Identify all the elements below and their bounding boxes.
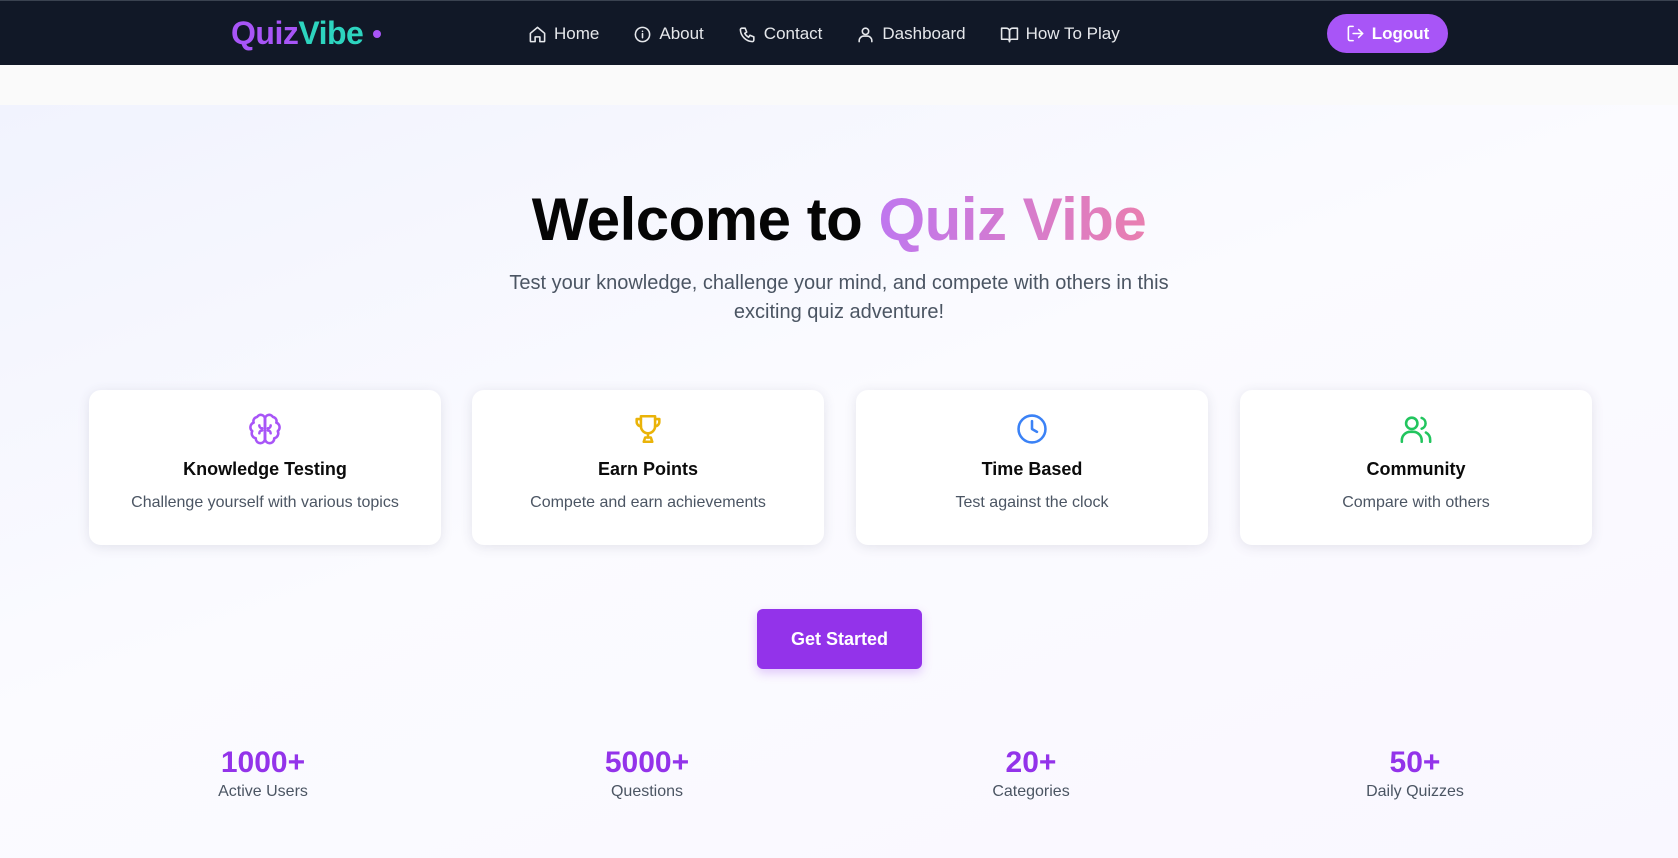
feature-title: Community: [1366, 459, 1466, 479]
nav-item-label: How To Play: [1025, 24, 1120, 43]
feature-card-time-based: Time Based Test against the clock: [856, 390, 1208, 545]
hero-title: Welcome to Quiz Vibe: [0, 185, 1678, 254]
logo-text-vibe: Vibe: [298, 14, 364, 51]
feature-title: Earn Points: [597, 459, 699, 479]
nav-item-contact[interactable]: Contact: [738, 21, 823, 47]
get-started-button[interactable]: Get Started: [757, 609, 922, 669]
info-icon: [634, 26, 651, 42]
trophy-icon: [635, 414, 661, 444]
logo-dot: [373, 30, 382, 38]
stat-value: 1000+: [220, 746, 306, 779]
nav-item-about[interactable]: About: [633, 21, 704, 47]
logo[interactable]: Quiz Vibe: [231, 14, 382, 51]
user-icon: [858, 26, 874, 42]
stat-active-users: 1000+ Active Users: [113, 746, 413, 801]
feature-desc: Compete and earn achievements: [530, 494, 766, 511]
home-icon: [529, 26, 546, 42]
stat-value: 50+: [1389, 746, 1441, 779]
stat-value: 20+: [1005, 746, 1057, 779]
logout-button[interactable]: Logout: [1327, 14, 1448, 53]
feature-card-earn-points: Earn Points Compete and earn achievement…: [472, 390, 824, 545]
nav-item-label: Home: [554, 24, 600, 43]
nav-item-how-to-play[interactable]: How To Play: [1000, 21, 1120, 47]
feature-desc: Test against the clock: [955, 494, 1109, 511]
feature-desc: Challenge yourself with various topics: [131, 494, 399, 511]
feature-card-knowledge-testing: Knowledge Testing Challenge yourself wit…: [89, 390, 441, 545]
brain-icon: [249, 413, 281, 445]
navbar: Quiz Vibe Home About Contact Dashboard H…: [0, 0, 1678, 65]
stat-categories: 20+ Categories: [881, 746, 1181, 801]
hero-section: Welcome to Quiz Vibe Test your knowledge…: [0, 105, 1678, 858]
stat-label: Questions: [610, 783, 684, 800]
stat-questions: 5000+ Questions: [497, 746, 797, 801]
logout-label: Logout: [1371, 23, 1430, 43]
feature-title: Time Based: [981, 459, 1083, 479]
book-icon: [1000, 26, 1018, 42]
phone-icon: [739, 26, 755, 42]
stat-value: 5000+: [604, 746, 690, 779]
nav-item-label: Dashboard: [882, 24, 966, 43]
clock-icon: [1017, 414, 1047, 444]
feature-card-community: Community Compare with others: [1240, 390, 1592, 545]
logo-text-quiz: Quiz: [231, 14, 299, 51]
header-spacer: [0, 65, 1678, 105]
stat-label: Active Users: [218, 783, 308, 800]
nav-links: Home About Contact Dashboard How To Play: [528, 21, 1120, 47]
hero-title-prefix: Welcome to: [531, 186, 879, 253]
hero-subtitle: Test your knowledge, challenge your mind…: [509, 272, 1169, 323]
stat-daily-quizzes: 50+ Daily Quizzes: [1265, 746, 1565, 801]
users-icon: [1400, 416, 1432, 444]
logout-icon: [1347, 25, 1364, 42]
feature-desc: Compare with others: [1342, 494, 1490, 511]
nav-item-label: About: [659, 24, 704, 43]
nav-item-home[interactable]: Home: [528, 21, 599, 47]
hero-title-accent: Quiz Vibe: [878, 186, 1147, 253]
stat-label: Daily Quizzes: [1366, 783, 1464, 800]
nav-item-label: Contact: [763, 24, 823, 43]
feature-title: Knowledge Testing: [183, 459, 347, 479]
nav-item-dashboard[interactable]: Dashboard: [856, 21, 966, 47]
stat-label: Categories: [992, 783, 1070, 800]
